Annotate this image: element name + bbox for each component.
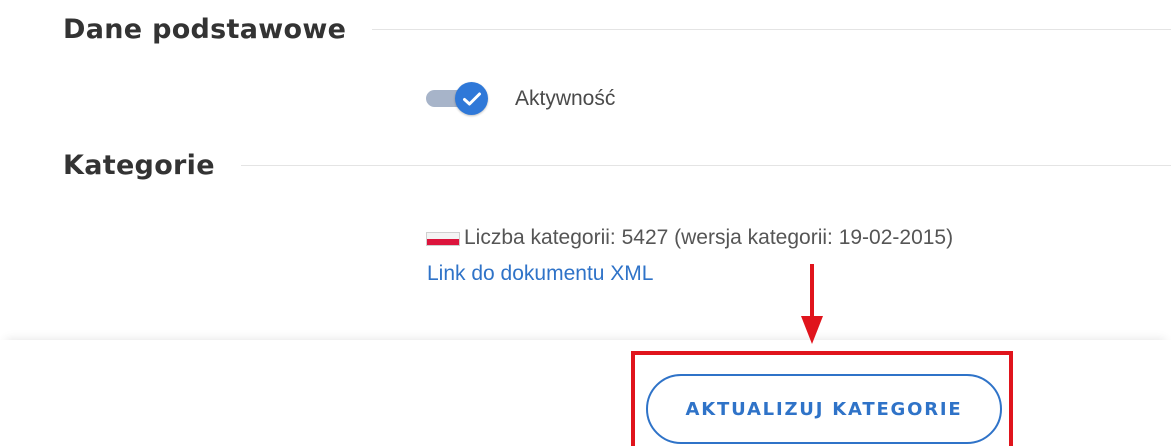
activity-toggle[interactable] (426, 82, 488, 116)
section-title-categories: Kategorie (63, 150, 215, 181)
category-count-info: Liczba kategorii: 5427 (wersja kategorii… (426, 226, 953, 250)
section-header-categories: Kategorie (63, 150, 1171, 181)
check-icon (462, 92, 481, 105)
activity-label: Aktywność (515, 87, 616, 110)
section-divider (240, 165, 1171, 166)
toggle-knob (455, 82, 488, 115)
category-count-text: Liczba kategorii: 5427 (wersja kategorii… (464, 226, 954, 249)
activity-toggle-row: Aktywność (426, 82, 615, 116)
section-title-basic: Dane podstawowe (63, 14, 347, 45)
update-categories-button[interactable]: AKTUALIZUJ KATEGORIE (646, 374, 1002, 444)
poland-flag-icon (426, 232, 460, 246)
xml-document-link[interactable]: Link do dokumentu XML (427, 262, 653, 286)
arrow-down-icon (801, 264, 823, 344)
section-header-basic: Dane podstawowe (63, 14, 1171, 45)
section-divider (372, 29, 1171, 30)
